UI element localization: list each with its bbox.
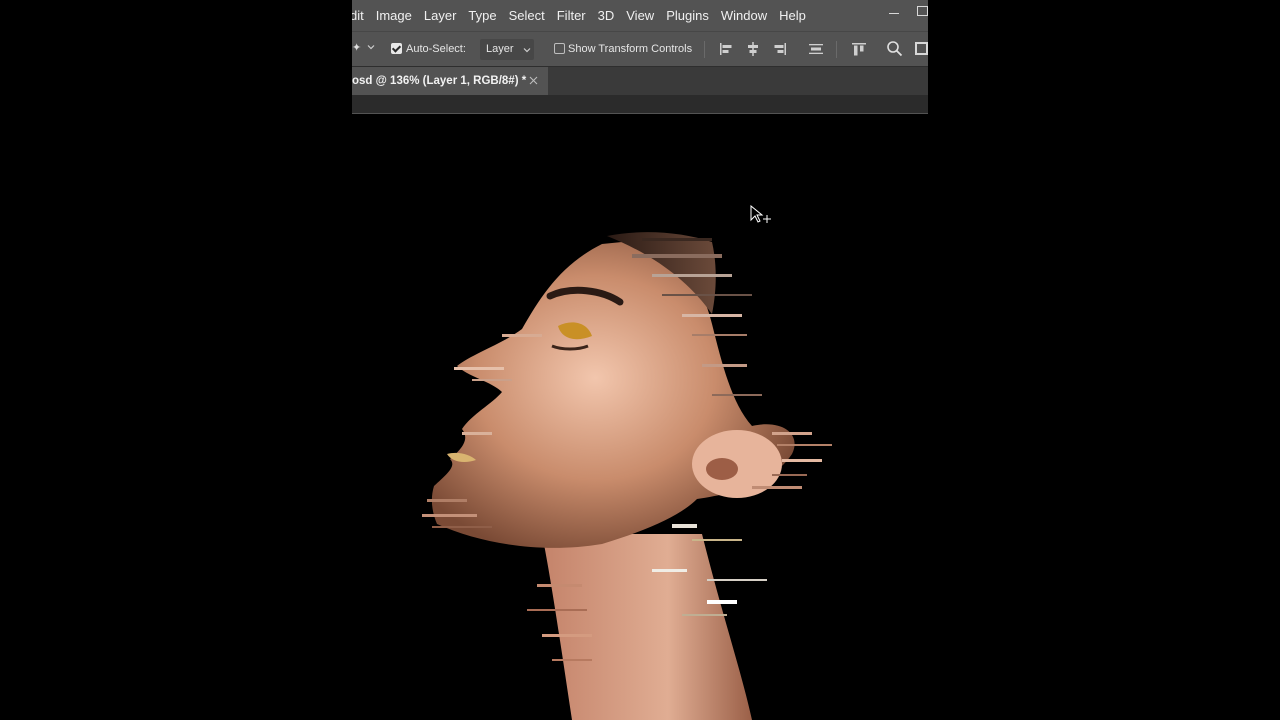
divider [836,41,837,58]
menu-filter[interactable]: Filter [551,0,592,31]
menu-plugins[interactable]: Plugins [660,0,715,31]
chevron-down-icon [523,48,531,53]
menu-type[interactable]: Type [462,0,502,31]
menu-layer[interactable]: Layer [418,0,463,31]
workspace-icon[interactable] [915,42,928,55]
menu-edit[interactable]: dit [352,0,370,31]
align-top-edges-icon[interactable] [851,41,867,57]
show-transform-controls-checkbox[interactable] [554,43,565,54]
move-cursor-icon [750,205,771,223]
chevron-down-icon[interactable] [366,42,376,52]
align-left-edges-icon[interactable] [718,41,734,57]
document-tab-bar: osd @ 136% (Layer 1, RGB/8#) * [352,66,928,96]
options-bar: ✦ Auto-Select: Layer Show Transform Cont… [352,31,928,67]
menu-help[interactable]: Help [773,0,812,31]
move-tool-icon[interactable]: ✦ [352,41,361,54]
align-horizontal-centers-icon[interactable] [745,41,761,57]
search-icon[interactable] [886,40,903,57]
document-tab[interactable]: osd @ 136% (Layer 1, RGB/8#) * [352,67,548,96]
menu-bar: dit Image Layer Type Select Filter 3D Vi… [352,0,928,31]
auto-select-checkbox[interactable] [391,43,402,54]
photoshop-window: dit Image Layer Type Select Filter 3D Vi… [352,0,928,720]
menu-select[interactable]: Select [503,0,551,31]
distribute-vertical-icon[interactable] [808,41,824,57]
divider [704,41,705,58]
document-canvas[interactable] [352,114,928,720]
close-icon[interactable] [529,76,538,85]
minimize-icon[interactable] [888,6,900,18]
menu-view[interactable]: View [620,0,660,31]
maximize-icon[interactable] [917,6,928,16]
canvas-area-margin [352,95,928,113]
align-right-edges-icon[interactable] [772,41,788,57]
show-transform-controls-label: Show Transform Controls [568,43,693,55]
menu-3d[interactable]: 3D [592,0,621,31]
auto-select-target-dropdown[interactable]: Layer [480,39,534,60]
dropdown-value: Layer [486,43,514,55]
glitch-portrait-image [422,232,832,720]
auto-select-label: Auto-Select: [406,43,466,55]
menu-window[interactable]: Window [715,0,773,31]
document-tab-title: osd @ 136% (Layer 1, RGB/8#) * [352,75,527,87]
menu-image[interactable]: Image [370,0,418,31]
